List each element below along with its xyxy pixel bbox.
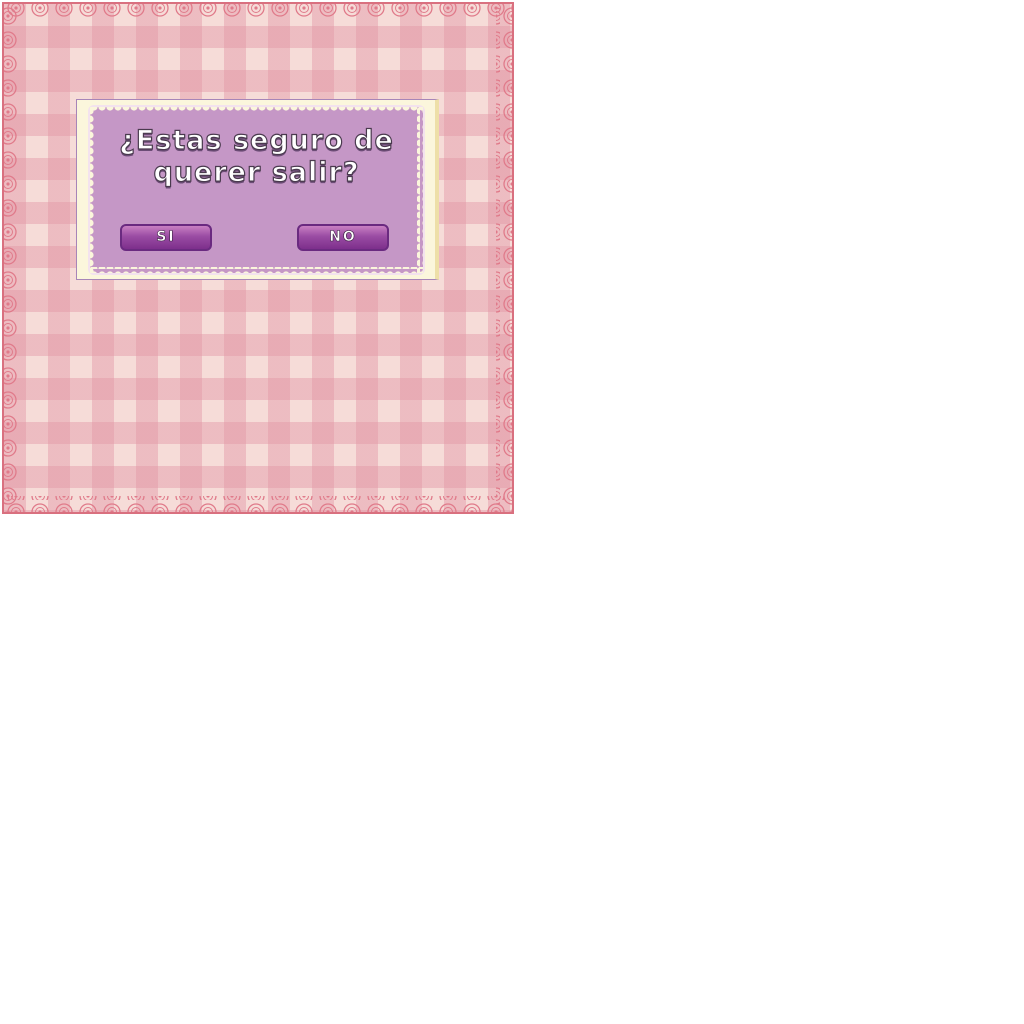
game-screen: ¿Estas seguro de querer salir? SI NO: [2, 2, 514, 514]
no-button[interactable]: NO: [297, 224, 389, 251]
exit-confirm-dialog: ¿Estas seguro de querer salir? SI NO: [76, 99, 439, 280]
question-line-2: querer salir?: [153, 156, 360, 188]
question-line-1: ¿Estas seguro de: [119, 124, 394, 156]
exit-question: ¿Estas seguro de querer salir?: [90, 124, 423, 189]
yes-button[interactable]: SI: [120, 224, 212, 251]
dialog-panel: ¿Estas seguro de querer salir? SI NO: [90, 107, 423, 273]
